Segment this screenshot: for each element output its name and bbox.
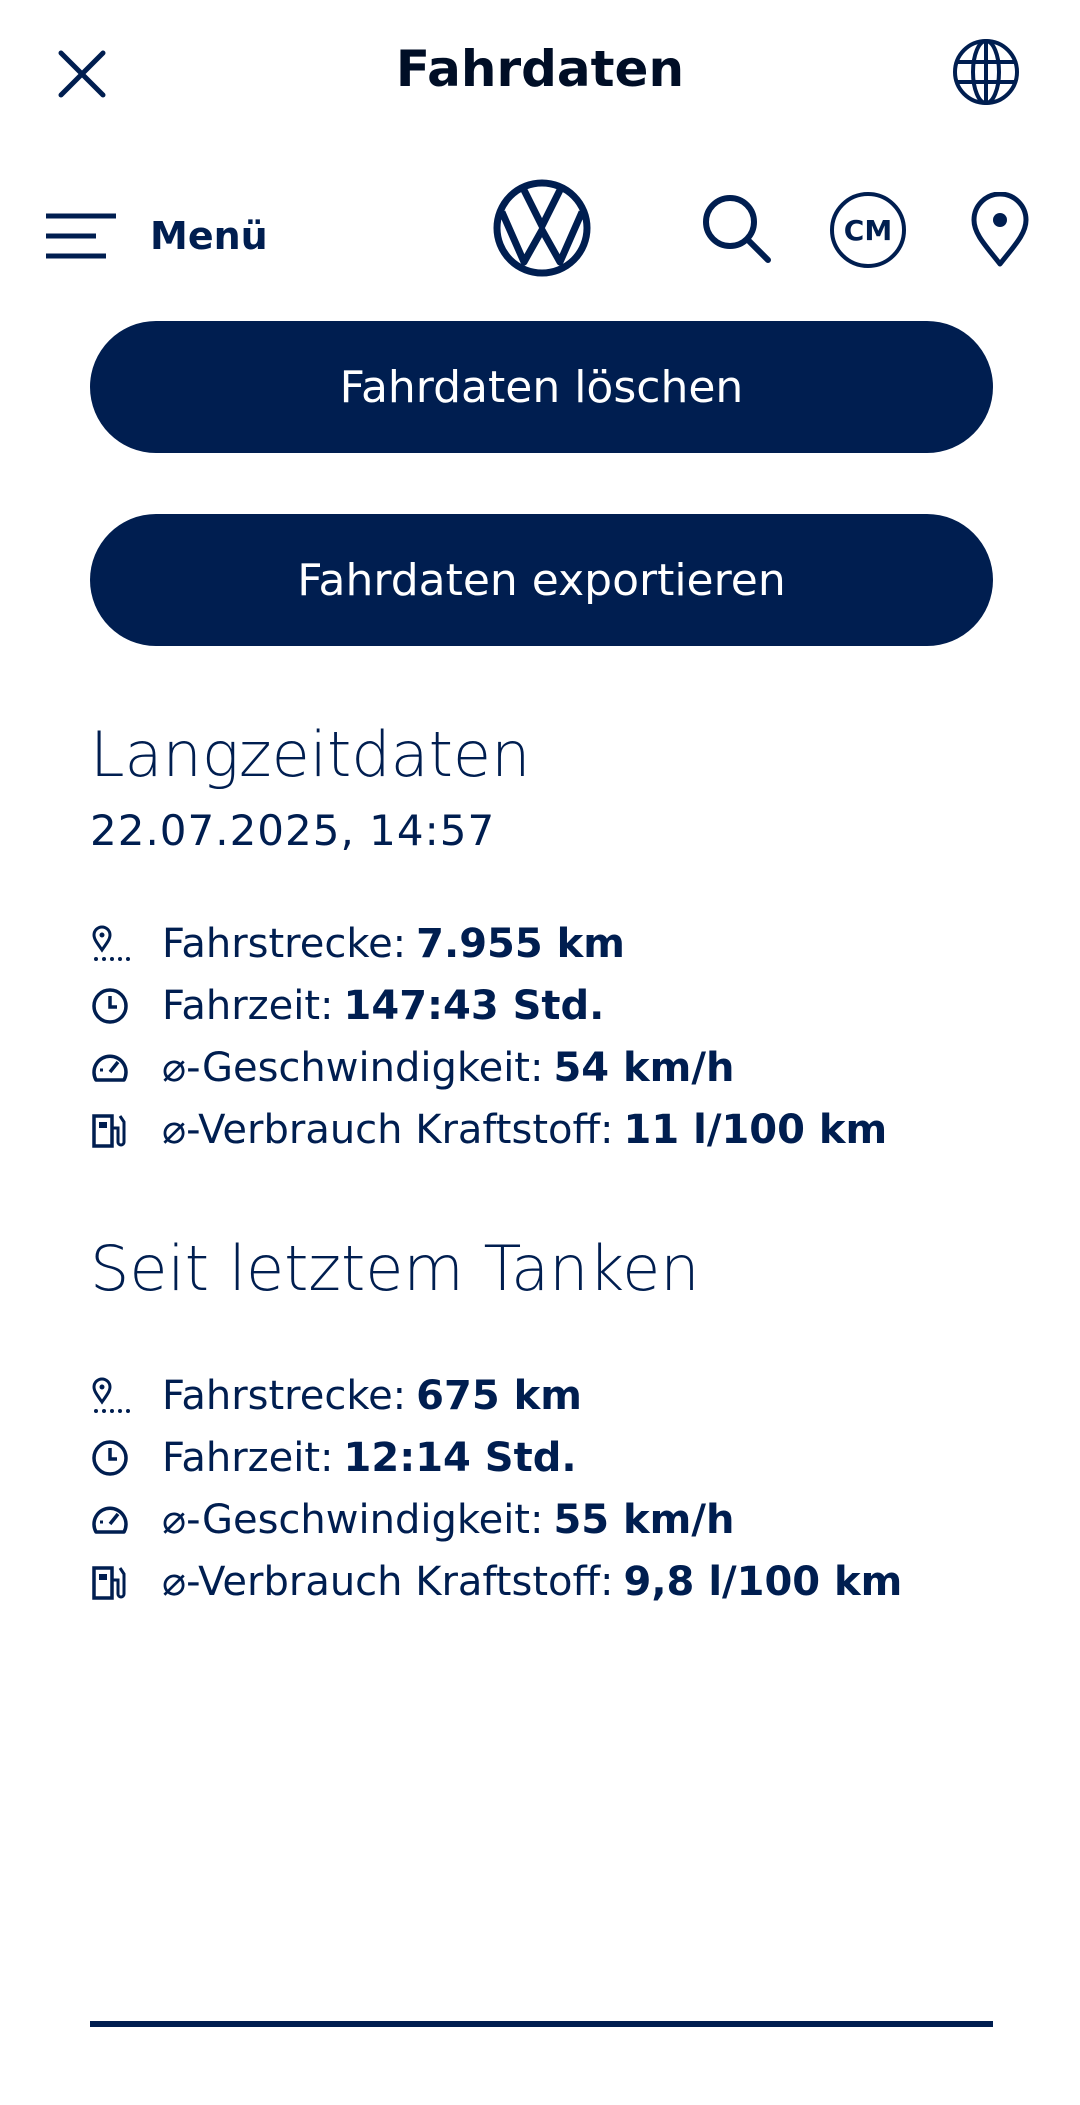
longterm-date: 22.07.2025, 14:57 [90, 806, 496, 855]
refuel-speed-row: ⌀-Geschwindigkeit: 55 km/h [90, 1490, 734, 1550]
stat-label: Fahrzeit: [162, 1435, 334, 1481]
vw-logo-icon [493, 179, 591, 277]
refuel-consumption-row: ⌀-Verbrauch Kraftstoff: 9,8 l/100 km [90, 1552, 902, 1612]
stat-label: ⌀-Geschwindigkeit: [162, 1497, 544, 1543]
language-button[interactable] [950, 36, 1022, 108]
refuel-time-row: Fahrzeit: 12:14 Std. [90, 1428, 577, 1488]
stat-value: 12:14 Std. [343, 1435, 577, 1481]
stat-label: Fahrzeit: [162, 983, 334, 1029]
fuel-pump-icon [90, 1562, 130, 1602]
longterm-consumption-row: ⌀-Verbrauch Kraftstoff: 11 l/100 km [90, 1100, 887, 1160]
cm-button[interactable]: CM [830, 192, 906, 268]
since-refuel-title: Seit letztem Tanken [90, 1232, 700, 1305]
stat-label: ⌀-Geschwindigkeit: [162, 1045, 544, 1091]
speedometer-icon [90, 1500, 130, 1540]
page-title: Fahrdaten [395, 40, 685, 98]
globe-icon [953, 39, 1019, 105]
location-pin-icon [971, 191, 1029, 267]
menu-label: Menü [150, 214, 268, 258]
route-pin-icon [90, 1376, 130, 1416]
longterm-distance-row: Fahrstrecke: 7.955 km [90, 914, 625, 974]
speedometer-icon [90, 1048, 130, 1088]
stat-value: 147:43 Std. [343, 983, 605, 1029]
search-button[interactable] [700, 192, 772, 264]
delete-trip-data-button[interactable]: Fahrdaten löschen [90, 321, 993, 453]
clock-icon [90, 986, 130, 1026]
stat-label: Fahrstrecke: [162, 1373, 407, 1419]
route-pin-icon [90, 924, 130, 964]
location-button[interactable] [968, 191, 1032, 268]
refuel-distance-row: Fahrstrecke: 675 km [90, 1366, 582, 1426]
menu-button[interactable]: Menü [44, 206, 268, 266]
stat-value: 54 km/h [553, 1045, 735, 1091]
stat-value: 9,8 l/100 km [623, 1559, 903, 1605]
vw-logo[interactable] [492, 178, 592, 278]
navigation-bar: Menü CM [0, 170, 1080, 290]
longterm-time-row: Fahrzeit: 147:43 Std. [90, 976, 604, 1036]
stat-value: 11 l/100 km [623, 1107, 888, 1153]
bottom-divider [90, 2021, 993, 2027]
cm-label: CM [843, 213, 893, 247]
stat-value: 675 km [416, 1373, 582, 1419]
longterm-speed-row: ⌀-Geschwindigkeit: 54 km/h [90, 1038, 734, 1098]
stat-label: Fahrstrecke: [162, 921, 407, 967]
stat-value: 55 km/h [553, 1497, 735, 1543]
top-bar: Fahrdaten [0, 0, 1080, 150]
stat-value: 7.955 km [416, 921, 625, 967]
hamburger-icon [46, 213, 116, 259]
stat-label: ⌀-Verbrauch Kraftstoff: [162, 1107, 614, 1153]
export-trip-data-button[interactable]: Fahrdaten exportieren [90, 514, 993, 646]
longterm-title: Langzeitdaten [90, 718, 531, 791]
stat-label: ⌀-Verbrauch Kraftstoff: [162, 1559, 614, 1605]
fuel-pump-icon [90, 1110, 130, 1150]
clock-icon [90, 1438, 130, 1478]
search-icon [703, 195, 771, 263]
